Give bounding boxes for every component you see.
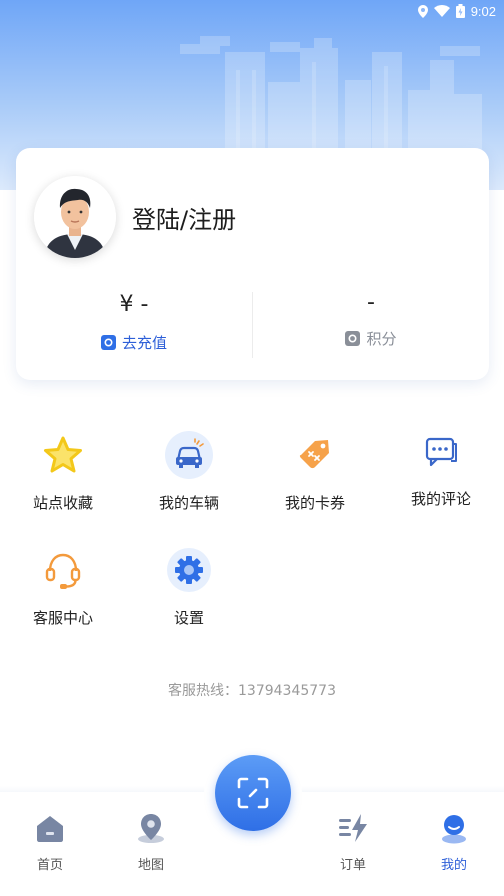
points-stat: - 积分 xyxy=(253,288,489,349)
menu-item-coupons[interactable]: 我的卡券 xyxy=(252,430,378,513)
menu-label-favorites: 站点收藏 xyxy=(32,494,93,512)
status-bar: 9:02 xyxy=(0,0,504,22)
tab-label-home: 首页 xyxy=(36,858,63,873)
status-time: 9:02 xyxy=(470,3,496,19)
login-register-link[interactable]: 登陆/注册 xyxy=(132,200,236,235)
tab-mine[interactable]: 我的 xyxy=(414,812,494,873)
tab-home[interactable]: 首页 xyxy=(10,812,90,873)
scan-icon xyxy=(237,777,269,809)
coupon-tag-icon xyxy=(290,430,340,480)
gear-icon xyxy=(164,545,214,595)
tab-orders[interactable]: 订单 xyxy=(313,812,393,873)
comment-icon xyxy=(416,426,466,476)
menu-label-comments: 我的评论 xyxy=(410,490,471,508)
headset-icon xyxy=(38,545,88,595)
points-button[interactable]: 积分 xyxy=(345,328,397,349)
balance-value: ¥ - xyxy=(119,292,149,317)
tab-label-orders: 订单 xyxy=(339,858,366,873)
points-value: - xyxy=(367,290,375,315)
home-icon xyxy=(37,816,63,842)
balance-stat: ¥ - 去充值 xyxy=(16,290,252,353)
avatar[interactable] xyxy=(34,176,116,258)
scan-button[interactable] xyxy=(215,755,291,831)
wifi-icon xyxy=(433,5,450,17)
user-avatar-illustration xyxy=(34,176,116,258)
menu-label-settings: 设置 xyxy=(173,609,204,627)
battery-icon xyxy=(455,4,465,18)
star-icon xyxy=(38,430,88,480)
menu-label-customer-service: 客服中心 xyxy=(32,609,93,627)
map-pin-icon xyxy=(138,814,164,843)
location-icon xyxy=(417,4,428,18)
tab-map[interactable]: 地图 xyxy=(111,812,191,873)
points-icon xyxy=(345,331,361,346)
recharge-button[interactable]: 去充值 xyxy=(100,332,167,353)
customer-hotline[interactable]: 客服热线：13794345773 xyxy=(0,680,504,700)
recharge-label: 去充值 xyxy=(121,334,167,352)
tab-label-map: 地图 xyxy=(137,858,164,873)
menu-label-coupons: 我的卡券 xyxy=(284,494,345,512)
menu-label-vehicles: 我的车辆 xyxy=(158,494,219,512)
menu-item-favorites[interactable]: 站点收藏 xyxy=(0,430,126,513)
menu-item-vehicles[interactable]: 我的车辆 xyxy=(126,430,252,513)
tab-label-mine: 我的 xyxy=(440,858,467,873)
profile-card: 登陆/注册 ¥ - 去充值 - 积分 xyxy=(16,148,489,380)
points-label: 积分 xyxy=(366,330,397,348)
car-icon xyxy=(164,430,214,480)
person-icon xyxy=(442,815,466,844)
charge-bolt-icon xyxy=(339,814,367,842)
menu-item-customer-service[interactable]: 客服中心 xyxy=(0,545,126,628)
menu-item-comments[interactable]: 我的评论 xyxy=(378,426,504,509)
menu-item-settings[interactable]: 设置 xyxy=(126,545,252,628)
wallet-icon xyxy=(100,335,116,350)
